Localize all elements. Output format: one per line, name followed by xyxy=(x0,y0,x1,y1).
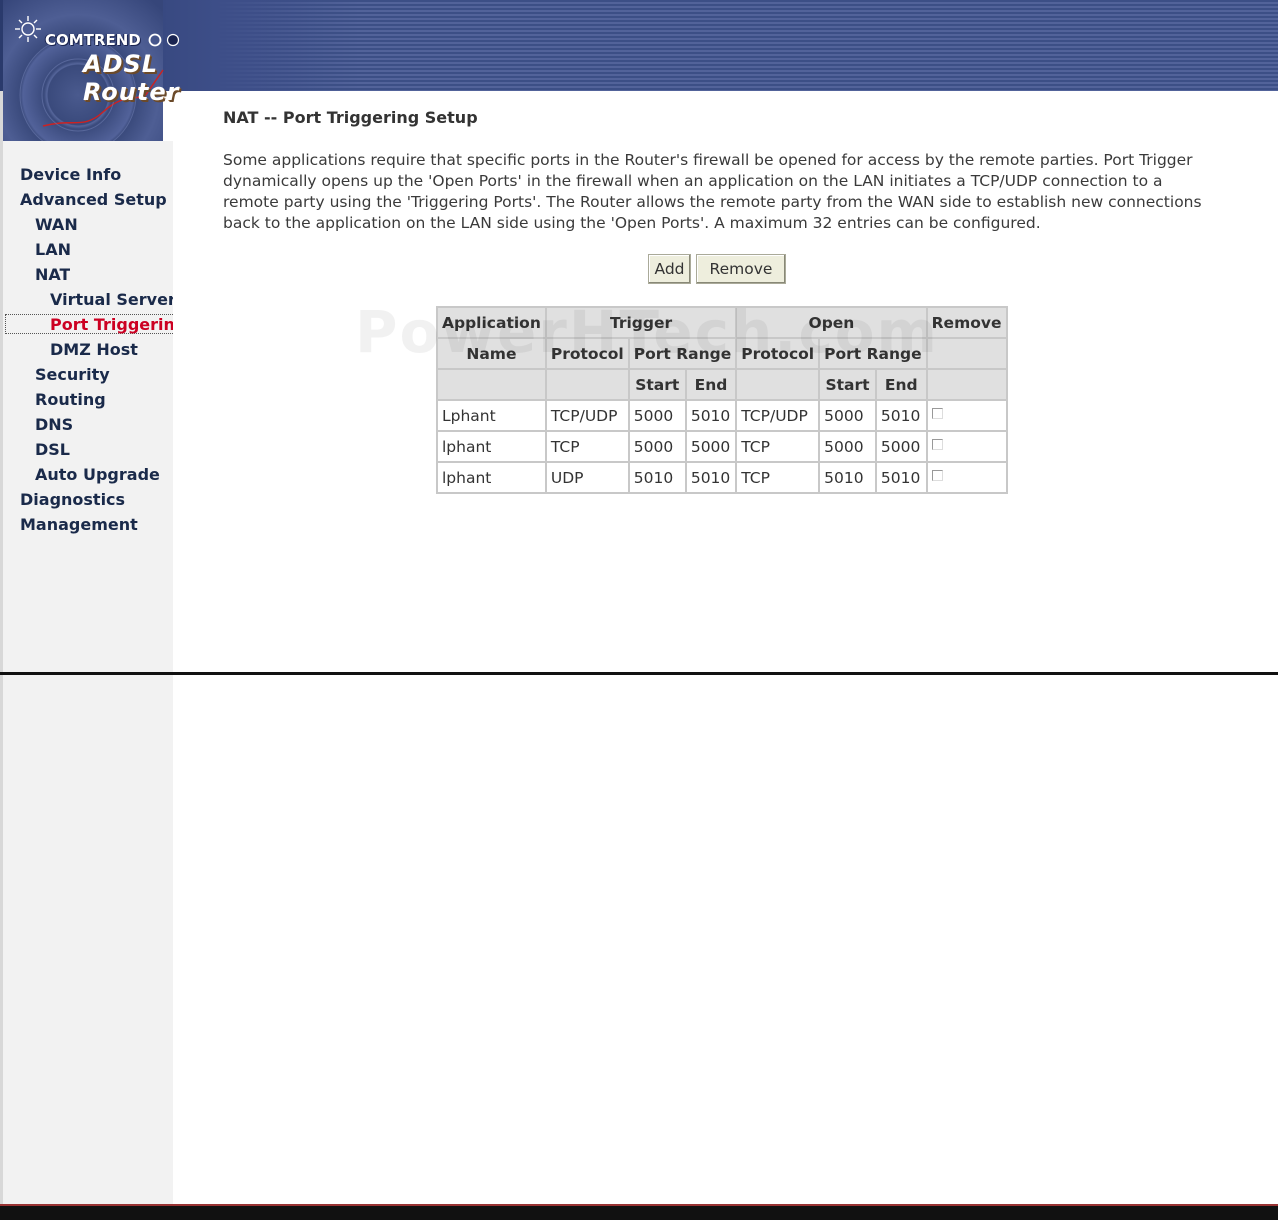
cell-remove xyxy=(925,461,1008,494)
cell-trigger-protocol: TCP xyxy=(544,430,630,463)
cell-open-protocol: TCP xyxy=(735,430,821,463)
cell-trigger-start: 5000 xyxy=(627,399,687,432)
nav-security[interactable]: Security xyxy=(35,365,110,385)
col-application: Application xyxy=(436,306,547,339)
remove-checkbox[interactable] xyxy=(931,407,943,419)
col-open-end: End xyxy=(874,368,928,401)
cell-open-start: 5000 xyxy=(818,399,877,432)
header-empty-cell xyxy=(925,368,1008,401)
cell-trigger-start: 5000 xyxy=(627,430,687,463)
nav-wan[interactable]: WAN xyxy=(35,215,78,235)
remove-checkbox[interactable] xyxy=(931,469,943,481)
table-header-row: Name Protocol Port Range Protocol Port R… xyxy=(436,337,1008,370)
col-name: Name xyxy=(436,337,547,370)
col-open-start: Start xyxy=(818,368,877,401)
cell-open-start: 5000 xyxy=(818,430,877,463)
nav-diagnostics[interactable]: Diagnostics xyxy=(20,490,125,510)
page-description: Some applications require that specific … xyxy=(223,151,1202,232)
logo-block: COMTREND ADSL Router xyxy=(0,0,180,141)
product-name: ADSL Router xyxy=(83,50,180,106)
cell-name: lphant xyxy=(436,461,547,494)
nav-auto-upgrade[interactable]: Auto Upgrade xyxy=(35,465,160,485)
header-empty-cell xyxy=(925,337,1008,370)
footer-bar xyxy=(0,1206,1278,1220)
table-header-row: Start End Start End xyxy=(436,368,1008,401)
remove-checkbox[interactable] xyxy=(931,438,943,450)
nav-routing[interactable]: Routing xyxy=(35,390,106,410)
col-trigger-protocol: Protocol xyxy=(544,337,630,370)
cell-open-protocol: TCP xyxy=(735,461,821,494)
comtrend-sun-icon xyxy=(15,16,41,42)
frame-divider xyxy=(0,672,1278,675)
nav-management[interactable]: Management xyxy=(20,515,138,535)
cell-open-end: 5000 xyxy=(874,430,928,463)
header-empty-cell xyxy=(544,368,630,401)
cell-trigger-start: 5010 xyxy=(627,461,687,494)
nav-device-info[interactable]: Device Info xyxy=(20,165,121,185)
nav-advanced-setup[interactable]: Advanced Setup xyxy=(20,190,167,210)
col-trigger-end: End xyxy=(684,368,738,401)
table-row: Lphant TCP/UDP 5000 5010 TCP/UDP 5000 50… xyxy=(436,399,1008,432)
cell-trigger-end: 5000 xyxy=(684,430,738,463)
brand-name: COMTREND xyxy=(45,31,141,49)
remove-button[interactable]: Remove xyxy=(696,254,786,284)
table-header-row: Application Trigger Open Remove xyxy=(436,306,1008,339)
port-triggering-table: Application Trigger Open Remove Name Pro… xyxy=(436,306,1008,494)
col-remove: Remove xyxy=(925,306,1008,339)
table-row: lphant UDP 5010 5010 TCP 5010 5010 xyxy=(436,461,1008,494)
nav-dsl[interactable]: DSL xyxy=(35,440,70,460)
cell-remove xyxy=(925,399,1008,432)
nav-dns[interactable]: DNS xyxy=(35,415,73,435)
cell-trigger-protocol: UDP xyxy=(544,461,630,494)
cell-trigger-end: 5010 xyxy=(684,461,738,494)
header-banner xyxy=(0,0,1278,91)
nav-nat[interactable]: NAT xyxy=(35,265,70,285)
cell-trigger-protocol: TCP/UDP xyxy=(544,399,630,432)
col-trigger-port-range: Port Range xyxy=(627,337,738,370)
col-trigger-start: Start xyxy=(627,368,687,401)
cell-remove xyxy=(925,430,1008,463)
nav-lan[interactable]: LAN xyxy=(35,240,71,260)
col-open-protocol: Protocol xyxy=(735,337,821,370)
nav-dmz-host[interactable]: DMZ Host xyxy=(50,340,173,360)
cell-trigger-end: 5010 xyxy=(684,399,738,432)
nav-port-triggering[interactable]: Port Triggering xyxy=(50,315,173,335)
add-button[interactable]: Add xyxy=(648,254,691,284)
cell-open-end: 5010 xyxy=(874,399,928,432)
cell-open-protocol: TCP/UDP xyxy=(735,399,821,432)
header-empty-cell xyxy=(436,368,547,401)
header-empty-cell xyxy=(735,368,821,401)
cell-open-end: 5010 xyxy=(874,461,928,494)
cell-open-start: 5010 xyxy=(818,461,877,494)
col-open: Open xyxy=(735,306,928,339)
table-row: lphant TCP 5000 5000 TCP 5000 5000 xyxy=(436,430,1008,463)
nav-virtual-servers[interactable]: Virtual Servers xyxy=(50,290,173,310)
col-trigger: Trigger xyxy=(544,306,738,339)
cell-name: Lphant xyxy=(436,399,547,432)
col-open-port-range: Port Range xyxy=(818,337,928,370)
page-title: NAT -- Port Triggering Setup xyxy=(223,108,478,127)
brand-dots-icon xyxy=(148,33,180,47)
cell-name: lphant xyxy=(436,430,547,463)
